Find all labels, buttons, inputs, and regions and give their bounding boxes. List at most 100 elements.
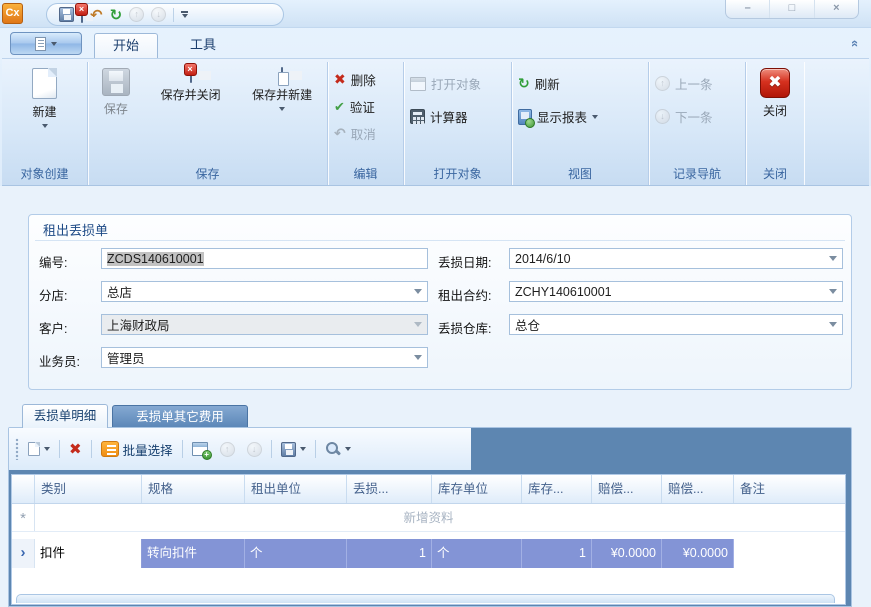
column-header-category[interactable]: 类别 [35, 475, 142, 503]
ribbon-group-record-navigation: ↑ 上一条 ↓ 下一条 记录导航 [649, 62, 746, 185]
row-arrow-icon: › [21, 544, 26, 561]
close-badge-icon: × [75, 3, 88, 16]
number-input[interactable]: ZCDS140610001 [101, 248, 428, 269]
delete-button[interactable]: ✖ 删除 [328, 66, 403, 93]
save-and-new-button[interactable]: 保存并新建 [237, 62, 327, 162]
collapse-ribbon-icon[interactable]: « [848, 40, 863, 47]
grid-header-row: 类别 规格 租出单位 丢损... 库存单位 库存... 赔偿... 赔偿... … [12, 475, 845, 504]
column-header-compensation-1[interactable]: 赔偿... [592, 475, 662, 503]
horizontal-scrollbar[interactable] [16, 594, 835, 603]
table-row[interactable]: › 扣件 转向扣件 个 1 个 1 ¥0.0000 ¥0.0000 [12, 539, 845, 568]
move-up-button: ↑ [217, 440, 238, 459]
column-header-stock-unit[interactable]: 库存单位 [432, 475, 522, 503]
add-row-button[interactable] [25, 440, 53, 458]
tab-tools[interactable]: 工具 [170, 33, 236, 58]
delete-row-button[interactable]: ✖ [66, 438, 85, 460]
main-panel: 租出丢损单 编号: ZCDS140610001 分店: 总店 客户: 上海财政局… [0, 186, 871, 607]
ribbon-group-open-object: 打开对象 计算器 打开对象 [404, 62, 512, 185]
column-header-stock-qty[interactable]: 库存... [522, 475, 592, 503]
cell-compensation-1[interactable]: ¥0.0000 [592, 539, 662, 568]
group-label: 视图 [512, 165, 648, 182]
table-icon: + [192, 442, 208, 456]
ribbon-group-object-create: 新建 对象创建 [2, 62, 88, 185]
cell-category[interactable]: 扣件 [35, 539, 142, 568]
quick-access-toolbar: × ↶ ↻ ↑ ↓ [46, 3, 284, 26]
app-logo-icon: Cx [2, 3, 23, 24]
refresh-icon[interactable]: ↻ [110, 6, 123, 24]
dropdown-caret-icon [42, 124, 48, 128]
order-group-box: 租出丢损单 编号: ZCDS140610001 分店: 总店 客户: 上海财政局… [28, 214, 852, 390]
dropdown-caret-icon [51, 42, 57, 46]
new-row-hint: 新增资料 [12, 504, 845, 532]
application-menu-button[interactable] [10, 32, 82, 55]
dropdown-caret-icon [592, 115, 598, 119]
validate-button[interactable]: ✔ 验证 [328, 93, 403, 120]
cell-stock-qty[interactable]: 1 [522, 539, 592, 568]
field-label-customer: 客户: [39, 318, 67, 337]
column-header-rental-unit[interactable]: 租出单位 [245, 475, 347, 503]
tab-start[interactable]: 开始 [94, 33, 158, 58]
close-x-icon: ✖ [760, 68, 790, 98]
previous-record-icon: ↑ [129, 7, 144, 22]
branch-combobox[interactable]: 总店 [101, 281, 428, 302]
calculator-button[interactable]: 计算器 [404, 103, 511, 130]
current-row-indicator: › [12, 539, 35, 568]
show-report-button[interactable]: 显示报表 [512, 103, 648, 130]
batch-select-button[interactable]: 批量选择 [98, 438, 176, 461]
grid-toolbar: ✖ 批量选择 + ↑ ↓ [9, 428, 471, 470]
close-button[interactable]: ✖ 关闭 [746, 62, 804, 162]
save-and-close-button[interactable]: × 保存并关闭 [144, 62, 238, 162]
cell-compensation-2[interactable]: ¥0.0000 [662, 539, 734, 568]
toolbar-grip-handle[interactable] [15, 438, 19, 460]
detail-tab-content: ✖ 批量选择 + ↑ ↓ [8, 427, 852, 607]
open-detail-button[interactable]: + [189, 440, 211, 458]
save-and-close-button[interactable]: × [81, 8, 83, 22]
group-label: 编辑 [328, 165, 403, 182]
open-object-button: 打开对象 [404, 70, 511, 97]
down-circle-icon: ↓ [655, 109, 670, 124]
cell-spec[interactable]: 转向扣件 [142, 539, 245, 568]
tab-loss-order-detail[interactable]: 丢损单明细 [22, 404, 108, 428]
loss-warehouse-combobox[interactable]: 总仓 [509, 314, 843, 335]
rental-contract-combobox[interactable]: ZCHY140610001 [509, 281, 843, 302]
divider [35, 240, 845, 241]
group-label: 保存 [88, 165, 327, 182]
document-menu-icon [35, 37, 46, 51]
new-page-badge-icon [278, 72, 289, 86]
column-header-spec[interactable]: 规格 [142, 475, 245, 503]
previous-record-button: ↑ 上一条 [649, 70, 745, 97]
new-button[interactable]: 新建 [2, 62, 87, 162]
close-window-button[interactable]: × [815, 0, 858, 18]
maximize-button[interactable]: □ [770, 0, 814, 18]
minimize-button[interactable]: – [726, 0, 770, 18]
check-icon: ✔ [334, 99, 345, 115]
undo-icon[interactable]: ↶ [90, 6, 103, 24]
save-button: 保存 [88, 62, 144, 162]
customize-quick-access-icon[interactable] [181, 11, 188, 18]
down-circle-icon: ↓ [247, 442, 262, 457]
cell-stock-unit[interactable]: 个 [432, 539, 522, 568]
refresh-button[interactable]: ↻ 刷新 [512, 70, 648, 97]
column-header-remark[interactable]: 备注 [734, 475, 845, 503]
group-label: 记录导航 [649, 165, 745, 182]
field-label-salesman: 业务员: [39, 351, 80, 370]
ribbon-group-close: ✖ 关闭 关闭 [746, 62, 804, 185]
dropdown-caret-icon [300, 447, 306, 451]
report-icon [518, 109, 532, 125]
detail-grid: 类别 规格 租出单位 丢损... 库存单位 库存... 赔偿... 赔偿... … [11, 474, 846, 605]
search-button[interactable] [322, 439, 354, 459]
grid-new-row[interactable]: * 新增资料 [12, 504, 845, 532]
loss-date-picker[interactable]: 2014/6/10 [509, 248, 843, 269]
export-button[interactable] [278, 440, 309, 459]
save-icon[interactable] [59, 7, 74, 22]
column-header-loss-qty[interactable]: 丢损... [347, 475, 432, 503]
customer-combobox: 上海财政局 [101, 314, 428, 335]
open-object-icon [410, 77, 426, 91]
cell-loss-qty[interactable]: 1 [347, 539, 432, 568]
column-header-compensation-2[interactable]: 赔偿... [662, 475, 734, 503]
tab-loss-order-other-fees[interactable]: 丢损单其它费用 [112, 405, 248, 428]
field-label-loss-date: 丢损日期: [438, 252, 491, 271]
salesman-combobox[interactable]: 管理员 [101, 347, 428, 368]
cell-rental-unit[interactable]: 个 [245, 539, 347, 568]
cell-remark[interactable] [734, 539, 845, 568]
